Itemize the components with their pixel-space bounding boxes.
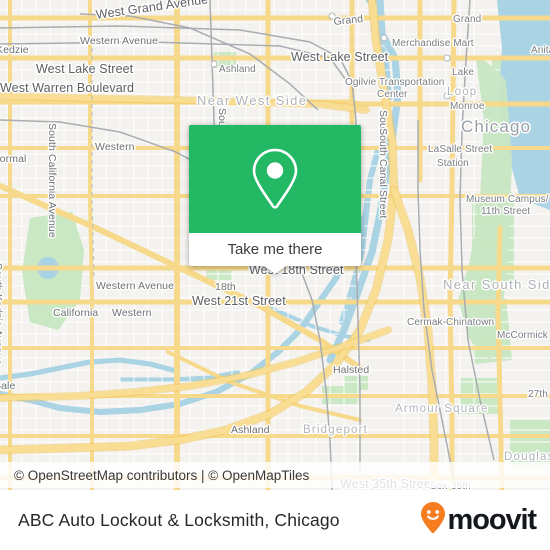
attribution-text: © OpenStreetMap contributors | © OpenMap… <box>14 467 310 483</box>
map-label: Monroe <box>450 101 485 112</box>
footer-bar: ABC Auto Lockout & Locksmith, Chicago mo… <box>0 490 550 550</box>
map-label: Center <box>377 89 408 100</box>
map-label: West Lake Street <box>36 62 134 76</box>
map-label: South Canal Street <box>377 128 389 219</box>
map-canvas[interactable]: West Grand Avenue Grand Grand Western Avenu… <box>0 0 550 490</box>
map-label: Western <box>95 141 135 153</box>
map-label: 27th Street <box>528 389 550 400</box>
map-label: 11th Street <box>481 206 531 217</box>
map-label: Normal <box>0 153 27 165</box>
map-label: Sale <box>0 380 16 392</box>
moovit-wordmark: moovit <box>447 503 538 536</box>
map-label: Grand <box>333 12 364 28</box>
map-label: South <box>377 110 389 138</box>
map-label: Western Avenue <box>96 280 175 292</box>
map-label: Bridgeport <box>303 424 369 436</box>
map-label: West Lake Street <box>291 50 389 64</box>
map-label: South California Avenue <box>46 123 58 238</box>
map-label: Western <box>112 307 152 319</box>
map-label: Ashland <box>231 424 270 436</box>
take-me-there-label: Take me there <box>227 241 323 258</box>
map-label: Ogilvie Transportation <box>345 77 445 88</box>
map-label: Armour Square <box>395 403 489 415</box>
map-label: Museum Campus/ <box>466 194 549 205</box>
map-label: West 21st Street <box>192 294 286 308</box>
map-label: West Warren Boulevard <box>0 81 135 95</box>
moovit-map-page: West Grand Avenue Grand Grand Western Avenu… <box>0 0 550 550</box>
map-label: Halsted <box>333 364 370 376</box>
map-label: Loop <box>447 86 478 98</box>
map-label: Western Avenue <box>80 35 159 47</box>
map-label: Cermak-Chinatown <box>407 317 495 328</box>
map-label: LaSalle Street <box>428 144 493 155</box>
map-label: California <box>53 307 99 319</box>
map-label: Near South Side <box>443 277 550 292</box>
page-title: ABC Auto Lockout & Locksmith, Chicago <box>18 509 340 530</box>
map-label: McCormick Place <box>497 330 550 341</box>
map-label: Station <box>437 158 469 169</box>
map-label: Near West Side <box>197 93 308 108</box>
callout-pin-panel <box>189 125 361 233</box>
map-attribution: © OpenStreetMap contributors | © OpenMap… <box>0 462 550 488</box>
map-label: Ashland <box>219 64 256 75</box>
take-me-there-button[interactable]: Take me there <box>189 233 361 266</box>
map-label: 18th <box>215 281 236 293</box>
map-label: South Kedzie Avenue <box>0 263 4 366</box>
map-label: Lake <box>452 67 475 78</box>
map-label: West Grand Avenue <box>95 0 209 22</box>
map-label: Merchandise Mart <box>392 38 474 49</box>
moovit-smiley-pin-icon <box>420 501 446 540</box>
moovit-logo[interactable]: moovit <box>420 501 538 540</box>
map-pin-icon <box>249 146 301 212</box>
map-label: Grand <box>453 14 482 25</box>
location-callout-card[interactable]: Take me there <box>189 125 361 274</box>
callout-tail <box>264 266 286 274</box>
map-label: Kedzie <box>0 44 29 56</box>
map-label: Anita <box>531 45 550 56</box>
map-label: Chicago <box>461 117 532 136</box>
